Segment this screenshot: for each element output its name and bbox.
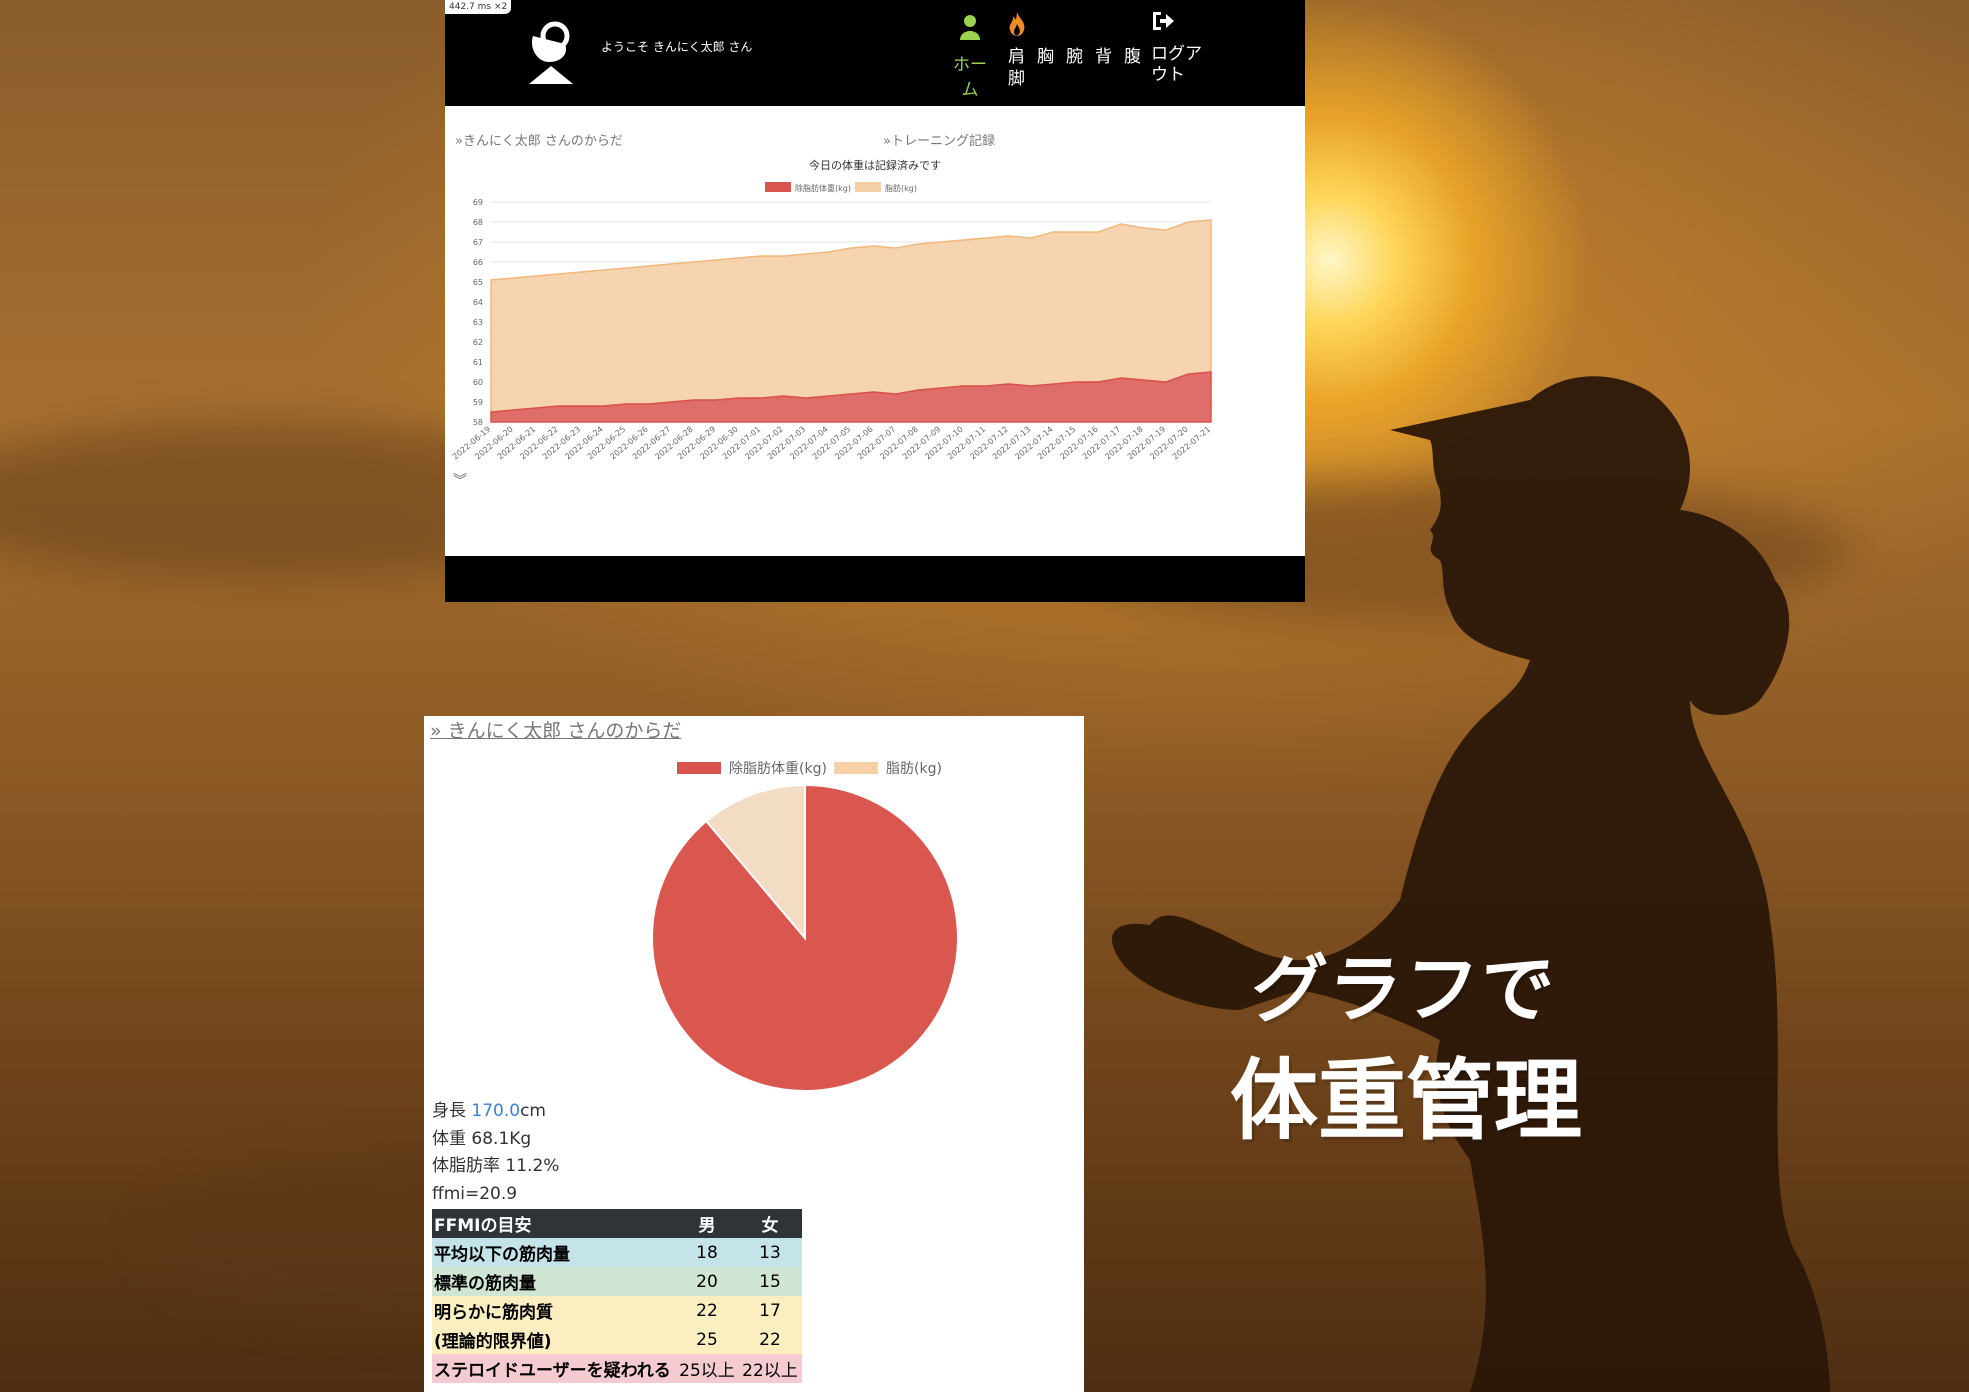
headline-line1: グラフで	[1246, 947, 1560, 1033]
y-tick-label: 60	[473, 378, 483, 387]
y-tick-label: 59	[473, 398, 483, 407]
headline-line2: 体重管理	[1230, 1049, 1583, 1152]
weight-area-chart: 除脂肪体重(kg) 脂肪(kg)5859606162636465666768692…	[451, 182, 1212, 461]
y-tick-label: 69	[473, 198, 483, 207]
body-summary-screenshot: » きんにく太郎 さんのからだ 除脂肪体重(kg) 脂肪(kg) 身長 170.0…	[424, 716, 1084, 1392]
table-cell: 平均以下の筋肉量	[432, 1238, 676, 1267]
table-cell: 25以上	[676, 1354, 738, 1383]
table-cell: 20	[676, 1267, 738, 1296]
y-tick-label: 63	[473, 318, 483, 327]
body-stats: 身長 170.0cm 体重 68.1Kg 体脂肪率 11.2% ffmi=20.…	[432, 1098, 559, 1208]
footer-bar	[445, 556, 1305, 602]
y-tick-label: 62	[473, 338, 483, 347]
height-unit: cm	[520, 1101, 546, 1121]
dashboard-screenshot: 442.7 ms ×2 ようこそ きんにく太郎 さん ホーム 肩 脚 胸 腕 背…	[445, 0, 1305, 602]
table-header: FFMIの目安	[432, 1209, 676, 1238]
table-cell: 15	[738, 1267, 802, 1296]
table-row: 平均以下の筋肉量 18 13	[432, 1238, 802, 1267]
ffmi-table: FFMIの目安 男 女 平均以下の筋肉量 18 13 標準の筋肉量 20 15 …	[432, 1209, 802, 1383]
table-header: 男	[676, 1209, 738, 1238]
y-tick-label: 66	[473, 258, 483, 267]
table-header: 女	[738, 1209, 802, 1238]
table-row: ステロイドユーザーを疑われる 25以上 22以上	[432, 1354, 802, 1383]
table-cell: 明らかに筋肉質	[432, 1296, 676, 1325]
table-row: (理論的限界値) 25 22	[432, 1325, 802, 1354]
ffmi-stat: ffmi=20.9	[432, 1183, 518, 1204]
table-cell: 22以上	[738, 1354, 802, 1383]
legend-label: 脂肪(kg)	[885, 183, 917, 193]
y-tick-label: 67	[473, 238, 483, 247]
table-cell: 標準の筋肉量	[432, 1267, 676, 1296]
table-cell: ステロイドユーザーを疑われる	[432, 1354, 676, 1383]
table-cell: 13	[738, 1238, 802, 1267]
table-row: 標準の筋肉量 20 15	[432, 1267, 802, 1296]
y-tick-label: 61	[473, 358, 483, 367]
table-cell: (理論的限界値)	[432, 1325, 676, 1354]
table-cell: 17	[738, 1296, 802, 1325]
table-cell: 18	[676, 1238, 738, 1267]
y-tick-label: 68	[473, 218, 483, 227]
legend-swatch	[834, 762, 878, 774]
legend-swatch	[765, 182, 791, 192]
legend-label: 脂肪(kg)	[886, 761, 942, 777]
table-cell: 22	[676, 1296, 738, 1325]
body-composition-pie-chart: 除脂肪体重(kg) 脂肪(kg)	[651, 761, 959, 1092]
height-value-link[interactable]: 170.0	[471, 1101, 520, 1121]
chart-legend: 除脂肪体重(kg) 脂肪(kg)	[765, 182, 917, 193]
expand-more-icon[interactable]: ︾	[453, 474, 467, 488]
bodyfat-stat: 体脂肪率 11.2%	[432, 1156, 560, 1176]
height-label: 身長	[432, 1101, 472, 1121]
legend-swatch	[677, 762, 721, 774]
legend-label: 除脂肪体重(kg)	[795, 183, 851, 193]
table-row: 明らかに筋肉質 22 17	[432, 1296, 802, 1325]
y-tick-label: 64	[473, 298, 483, 307]
table-header-row: FFMIの目安 男 女	[432, 1209, 802, 1238]
table-cell: 25	[676, 1325, 738, 1354]
legend-swatch	[855, 182, 881, 192]
legend-label: 除脂肪体重(kg)	[729, 761, 827, 777]
y-tick-label: 58	[473, 418, 483, 427]
table-cell: 22	[738, 1325, 802, 1354]
height-stat: 身長 170.0cm	[432, 1098, 559, 1126]
weight-stat: 体重 68.1Kg	[432, 1128, 532, 1149]
y-tick-label: 65	[473, 278, 483, 287]
